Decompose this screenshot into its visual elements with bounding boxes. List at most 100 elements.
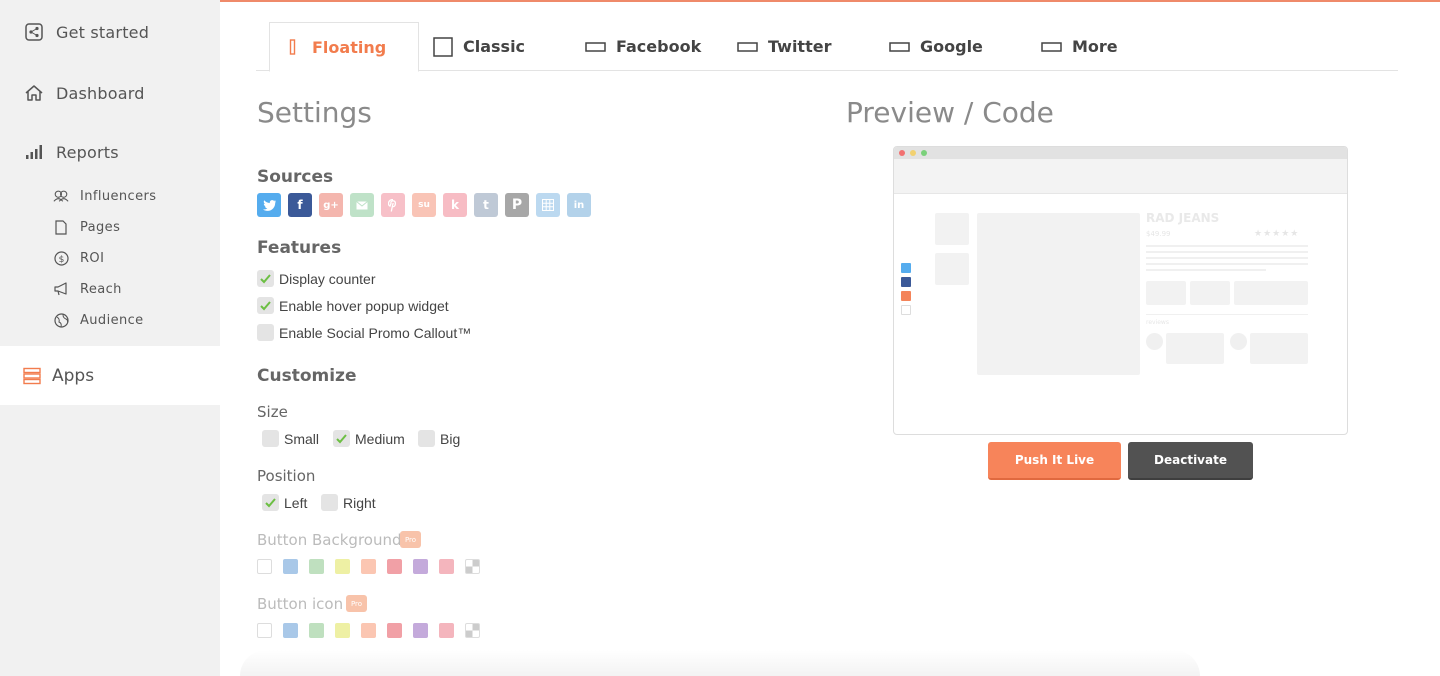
swatch-transparent[interactable]: [465, 559, 480, 574]
swatch-purple[interactable]: [413, 559, 428, 574]
megaphone-icon: [53, 281, 69, 297]
sidebar-subitem-reach[interactable]: Reach: [0, 280, 220, 298]
sidebar-subitem-label: Pages: [80, 219, 121, 235]
checkbox-unchecked[interactable]: [321, 494, 338, 511]
mock-divider: [1146, 314, 1308, 315]
mock-facebook-icon: [901, 277, 911, 287]
source-tumblr-icon[interactable]: t: [474, 193, 498, 217]
source-pocket-icon[interactable]: P: [505, 193, 529, 217]
source-email-icon[interactable]: [350, 193, 374, 217]
tab-facebook[interactable]: Facebook: [585, 22, 715, 71]
sidebar-item-apps[interactable]: Apps: [0, 346, 220, 405]
checkbox-checked[interactable]: [257, 270, 274, 287]
deactivate-button[interactable]: Deactivate: [1128, 442, 1253, 480]
sidebar-subitem-roi[interactable]: $ ROI: [0, 249, 220, 267]
bottom-panel-edge: [240, 650, 1200, 676]
checkbox-unchecked[interactable]: [262, 430, 279, 447]
source-kik-icon[interactable]: k: [443, 193, 467, 217]
pro-badge: Pro: [346, 595, 367, 612]
square-icon: [433, 36, 453, 57]
sidebar-item-label: Reports: [56, 142, 119, 162]
mock-option-box: [1190, 281, 1230, 305]
widget-type-tabs: Floating Classic Facebook Twitter Google…: [256, 22, 1398, 72]
sidebar-subitem-pages[interactable]: Pages: [0, 218, 220, 236]
tab-label: Google: [920, 37, 983, 56]
checkbox-checked[interactable]: [257, 297, 274, 314]
mock-reviews-label: reviews: [1146, 319, 1169, 326]
wide-bar-icon: [889, 41, 910, 52]
swatch-pink[interactable]: [439, 559, 454, 574]
swatch-white[interactable]: [257, 559, 272, 574]
swatch-yellow[interactable]: [335, 559, 350, 574]
swatch-transparent[interactable]: [465, 623, 480, 638]
size-medium-option[interactable]: Medium: [333, 430, 405, 447]
tab-floating[interactable]: Floating: [269, 22, 419, 72]
feature-label: Enable hover popup widget: [279, 297, 449, 314]
tab-google[interactable]: Google: [889, 22, 1009, 71]
swatch-yellow[interactable]: [335, 623, 350, 638]
sidebar-subitem-audience[interactable]: Audience: [0, 311, 220, 329]
swatch-blue[interactable]: [283, 623, 298, 638]
pro-badge: Pro: [400, 531, 421, 548]
sidebar-subitem-label: Audience: [80, 312, 144, 328]
sidebar-item-dashboard[interactable]: Dashboard: [0, 81, 220, 105]
swatch-blue[interactable]: [283, 559, 298, 574]
checkbox-unchecked[interactable]: [257, 324, 274, 341]
sidebar-item-label: Dashboard: [56, 83, 145, 103]
swatch-red[interactable]: [387, 559, 402, 574]
checkbox-checked[interactable]: [262, 494, 279, 511]
globe-icon: [53, 312, 69, 328]
sources-heading: Sources: [257, 167, 334, 187]
mock-rating: ★★★★★: [1254, 229, 1300, 239]
wide-bar-icon: [585, 41, 606, 52]
sidebar-subitem-influencers[interactable]: Influencers: [0, 187, 220, 205]
tab-classic[interactable]: Classic: [433, 22, 543, 71]
mock-buy-box: [1234, 281, 1308, 305]
sidebar-item-get-started[interactable]: Get started: [0, 20, 220, 44]
checkbox-unchecked[interactable]: [418, 430, 435, 447]
swatch-peach[interactable]: [361, 623, 376, 638]
source-facebook-icon[interactable]: f: [288, 193, 312, 217]
mock-option-box: [1146, 281, 1186, 305]
feature-hover-popup[interactable]: Enable hover popup widget: [257, 297, 449, 314]
swatch-white[interactable]: [257, 623, 272, 638]
source-linkedin-icon[interactable]: in: [567, 193, 591, 217]
tab-twitter[interactable]: Twitter: [737, 22, 857, 71]
maximize-dot: [921, 150, 927, 156]
mock-text-line: [1146, 257, 1308, 259]
push-it-live-button[interactable]: Push It Live: [988, 442, 1121, 480]
button-icon-swatches: [257, 623, 491, 638]
tab-label: Twitter: [768, 37, 832, 56]
stack-icon: [22, 366, 42, 386]
size-big-option[interactable]: Big: [418, 430, 460, 447]
mock-thumbnail: [935, 213, 969, 245]
checkbox-checked[interactable]: [333, 430, 350, 447]
swatch-peach[interactable]: [361, 559, 376, 574]
feature-display-counter[interactable]: Display counter: [257, 270, 376, 287]
sidebar-item-reports[interactable]: Reports: [0, 140, 220, 164]
size-label: Size: [257, 403, 288, 421]
option-label: Small: [284, 430, 320, 447]
settings-title: Settings: [257, 96, 372, 129]
swatch-purple[interactable]: [413, 623, 428, 638]
tab-more[interactable]: More: [1041, 22, 1151, 71]
source-stumbleupon-icon[interactable]: su: [412, 193, 436, 217]
source-grid-icon[interactable]: [536, 193, 560, 217]
size-small-option[interactable]: Small: [262, 430, 319, 447]
position-right-option[interactable]: Right: [321, 494, 376, 511]
feature-promo-callout[interactable]: Enable Social Promo Callout™: [257, 324, 471, 341]
swatch-red[interactable]: [387, 623, 402, 638]
sidebar-subitem-label: ROI: [80, 250, 105, 266]
swatch-green[interactable]: [309, 559, 324, 574]
swatch-green[interactable]: [309, 623, 324, 638]
mock-twitter-icon: [901, 263, 911, 273]
source-pinterest-icon[interactable]: [381, 193, 405, 217]
position-left-option[interactable]: Left: [262, 494, 307, 511]
features-heading: Features: [257, 238, 342, 258]
swatch-pink[interactable]: [439, 623, 454, 638]
option-label: Big: [440, 430, 461, 447]
preview-title: Preview / Code: [846, 96, 1054, 129]
mock-text-line: [1146, 269, 1266, 271]
source-twitter-icon[interactable]: [257, 193, 281, 217]
source-google-plus-icon[interactable]: g+: [319, 193, 343, 217]
